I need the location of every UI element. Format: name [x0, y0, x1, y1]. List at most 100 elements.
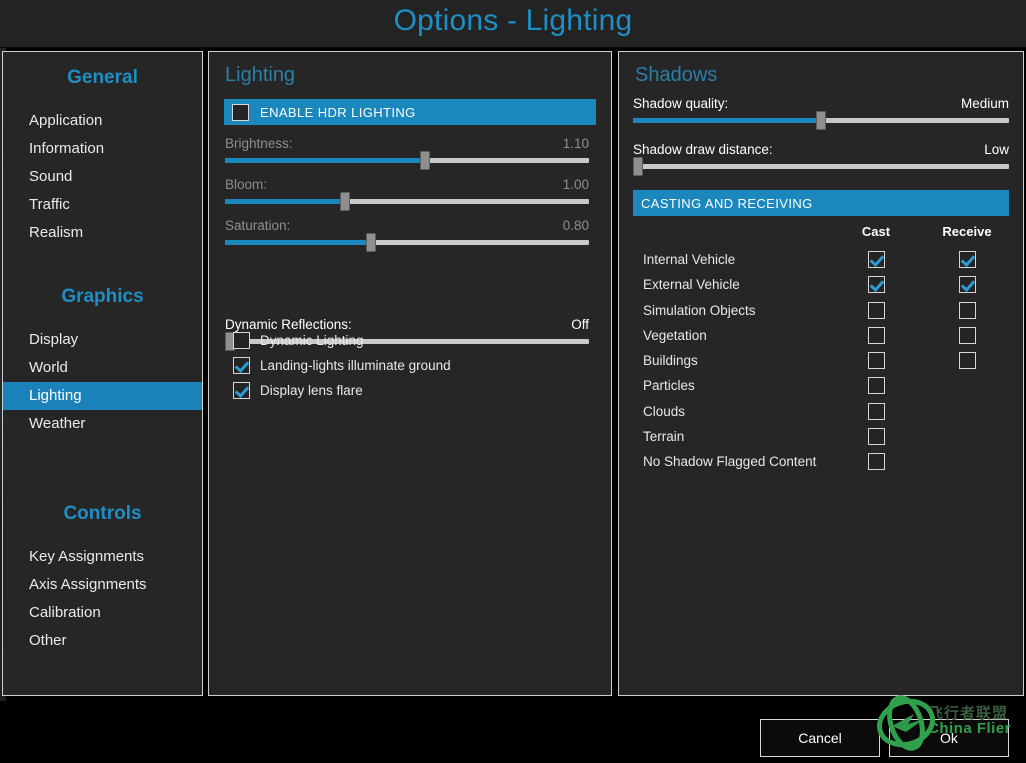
options-window: Options - Lighting General Application In… [0, 0, 1026, 763]
saturation-value: 0.80 [562, 218, 589, 233]
cast-checkbox[interactable] [868, 377, 885, 395]
enable-hdr-lighting-row[interactable]: ENABLE HDR LIGHTING [224, 99, 596, 125]
saturation-slider-track[interactable] [225, 233, 589, 252]
landing-lights-illuminate-ground-row[interactable]: Landing-lights illuminate ground [233, 357, 451, 374]
table-row: Clouds [643, 401, 1003, 426]
display-lens-flare-row[interactable]: Display lens flare [233, 382, 363, 399]
receive-checkbox[interactable] [959, 352, 976, 370]
shadow-row-label: Vegetation [643, 327, 707, 343]
bloom-label: Bloom: [225, 177, 268, 192]
receive-checkbox[interactable] [959, 251, 976, 268]
table-row: Simulation Objects [643, 300, 1003, 325]
casting-and-receiving-band: CASTING AND RECEIVING [633, 190, 1009, 216]
shadow-row-label: No Shadow Flagged Content [643, 454, 817, 470]
dynamic-reflections-value: Off [571, 317, 589, 332]
shadow-draw-distance-label: Shadow draw distance: [633, 142, 773, 157]
shadow-quality-label: Shadow quality: [633, 96, 729, 111]
shadow-row-label: Internal Vehicle [643, 252, 736, 267]
sidebar-item-world[interactable]: World [3, 354, 202, 382]
dynamic-reflections-label: Dynamic Reflections: [225, 317, 352, 332]
brightness-slider-track[interactable] [225, 151, 589, 170]
sidebar-item-application[interactable]: Application [3, 107, 202, 135]
lighting-panel: Lighting ENABLE HDR LIGHTING Brightness:… [208, 51, 612, 696]
sidebar-item-key-assignments[interactable]: Key Assignments [3, 543, 202, 571]
shadow-quality-value: Medium [960, 96, 1009, 111]
shadow-row-label: Terrain [643, 429, 685, 445]
enable-hdr-lighting-label: ENABLE HDR LIGHTING [260, 104, 416, 120]
bloom-slider-handle[interactable] [340, 192, 351, 211]
receive-checkbox[interactable] [959, 301, 976, 319]
table-row: Internal Vehicle [643, 249, 1003, 274]
dynamic-lighting-row[interactable]: Dynamic Lighting [233, 332, 364, 349]
column-header-cast: Cast [861, 224, 891, 239]
cast-checkbox[interactable] [868, 251, 885, 268]
lighting-section-title: Lighting [225, 64, 296, 86]
cast-checkbox[interactable] [868, 402, 885, 420]
title-bar: Options - Lighting [0, 0, 1026, 48]
shadow-draw-distance-slider-track[interactable] [633, 157, 1009, 176]
shadow-row-label: Particles [643, 378, 695, 394]
table-row: External Vehicle [643, 274, 1003, 299]
sidebar-item-realism[interactable]: Realism [3, 219, 202, 247]
landing-lights-illuminate-ground-checkbox[interactable] [233, 357, 250, 374]
sidebar-item-display[interactable]: Display [3, 326, 202, 354]
shadows-section-title: Shadows [635, 64, 718, 86]
sidebar-item-lighting[interactable]: Lighting [3, 382, 202, 410]
shadow-quality-slider-fill [633, 118, 821, 123]
table-row: Particles [643, 375, 1003, 400]
sidebar-group-graphics: Display World Lighting Weather [3, 326, 202, 438]
saturation-label: Saturation: [225, 218, 291, 233]
shadow-quality-slider-track[interactable] [633, 111, 1009, 130]
shadow-draw-distance-slider-handle[interactable] [633, 157, 643, 176]
brightness-slider-handle[interactable] [420, 151, 431, 170]
brightness-slider-fill [225, 158, 426, 163]
display-lens-flare-checkbox[interactable] [233, 382, 250, 399]
cancel-button[interactable]: Cancel [760, 719, 880, 757]
enable-hdr-lighting-checkbox[interactable] [232, 103, 249, 121]
saturation-slider-handle[interactable] [365, 233, 376, 252]
casting-and-receiving-label: CASTING AND RECEIVING [641, 195, 813, 211]
sidebar-item-sound[interactable]: Sound [3, 163, 202, 191]
receive-checkbox[interactable] [959, 276, 976, 294]
bloom-slider-fill [225, 199, 346, 204]
dynamic-lighting-label: Dynamic Lighting [260, 333, 364, 348]
cast-checkbox[interactable] [868, 352, 885, 370]
cast-checkbox[interactable] [868, 428, 885, 446]
shadow-row-label: Clouds [643, 403, 686, 419]
shadow-quality-slider-handle[interactable] [816, 111, 826, 130]
sidebar-group-title-general: General [67, 67, 138, 88]
sidebar-item-axis-assignments[interactable]: Axis Assignments [3, 571, 202, 599]
page-title: Options - Lighting [393, 4, 633, 37]
table-row: Buildings [643, 350, 1003, 375]
cast-checkbox[interactable] [868, 276, 885, 294]
sidebar-item-calibration[interactable]: Calibration [3, 599, 202, 627]
cast-checkbox[interactable] [868, 453, 885, 471]
display-lens-flare-label: Display lens flare [260, 383, 363, 398]
bloom-slider-track[interactable] [225, 192, 589, 211]
saturation-slider-fill [225, 240, 371, 245]
sidebar-item-other[interactable]: Other [3, 627, 202, 655]
sidebar-group-general: Application Information Sound Traffic Realis… [3, 107, 202, 247]
landing-lights-illuminate-ground-label: Landing-lights illuminate ground [260, 358, 451, 373]
shadow-row-label: Simulation Objects [643, 302, 756, 318]
column-header-receive: Receive [942, 224, 992, 239]
receive-checkbox[interactable] [959, 326, 976, 344]
sidebar-item-weather[interactable]: Weather [3, 410, 202, 438]
cast-checkbox[interactable] [868, 326, 885, 344]
sidebar-group-title-graphics: Graphics [61, 286, 144, 307]
sidebar-item-traffic[interactable]: Traffic [3, 191, 202, 219]
ok-button[interactable]: Ok [889, 719, 1009, 757]
sidebar-panel: General Application Information Sound Traff… [2, 51, 203, 696]
shadow-row-label: Buildings [643, 353, 698, 369]
sidebar-group-controls: Key Assignments Axis Assignments Calibrati… [3, 543, 202, 655]
table-row: Terrain [643, 426, 1003, 451]
sidebar-group-title-controls: Controls [63, 503, 142, 524]
table-row: Vegetation [643, 325, 1003, 350]
cast-checkbox[interactable] [868, 301, 885, 319]
shadows-panel: Shadows Shadow quality: Medium Shadow draw… [618, 51, 1024, 696]
bloom-value: 1.00 [562, 177, 589, 192]
dynamic-lighting-checkbox[interactable] [233, 332, 250, 349]
shadow-row-label: External Vehicle [643, 277, 740, 293]
sidebar-item-information[interactable]: Information [3, 135, 202, 163]
shadow-draw-distance-value: Low [984, 142, 1009, 157]
